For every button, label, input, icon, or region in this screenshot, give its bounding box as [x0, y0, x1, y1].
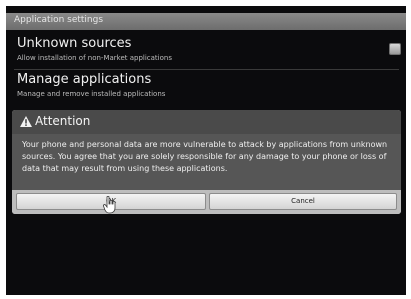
- cancel-button[interactable]: Cancel: [209, 193, 397, 210]
- dialog-title: Attention: [35, 114, 91, 128]
- warning-icon: [20, 116, 32, 127]
- page-title: Application settings: [14, 15, 104, 25]
- title-bar: Application settings: [6, 13, 406, 30]
- dialog-body: Your phone and personal data are more vu…: [12, 134, 401, 190]
- setting-unknown-sources[interactable]: Unknown sources Allow installation of no…: [17, 36, 387, 64]
- setting-manage-applications[interactable]: Manage applications Manage and remove in…: [17, 72, 387, 100]
- divider: [14, 69, 399, 70]
- setting-label: Unknown sources: [17, 36, 132, 51]
- setting-summary: Manage and remove installed applications: [17, 90, 166, 98]
- unknown-sources-checkbox[interactable]: [389, 43, 401, 55]
- dialog-message: Your phone and personal data are more vu…: [22, 140, 388, 173]
- dialog-header: Attention: [12, 110, 401, 134]
- hand-cursor-icon: [103, 196, 116, 214]
- setting-summary: Allow installation of non-Market applica…: [17, 54, 172, 62]
- setting-label: Manage applications: [17, 72, 152, 87]
- attention-dialog: Attention Your phone and personal data a…: [12, 110, 401, 214]
- settings-screen: Application settings Unknown sources All…: [6, 6, 406, 295]
- dialog-button-bar: OK Cancel: [12, 190, 401, 214]
